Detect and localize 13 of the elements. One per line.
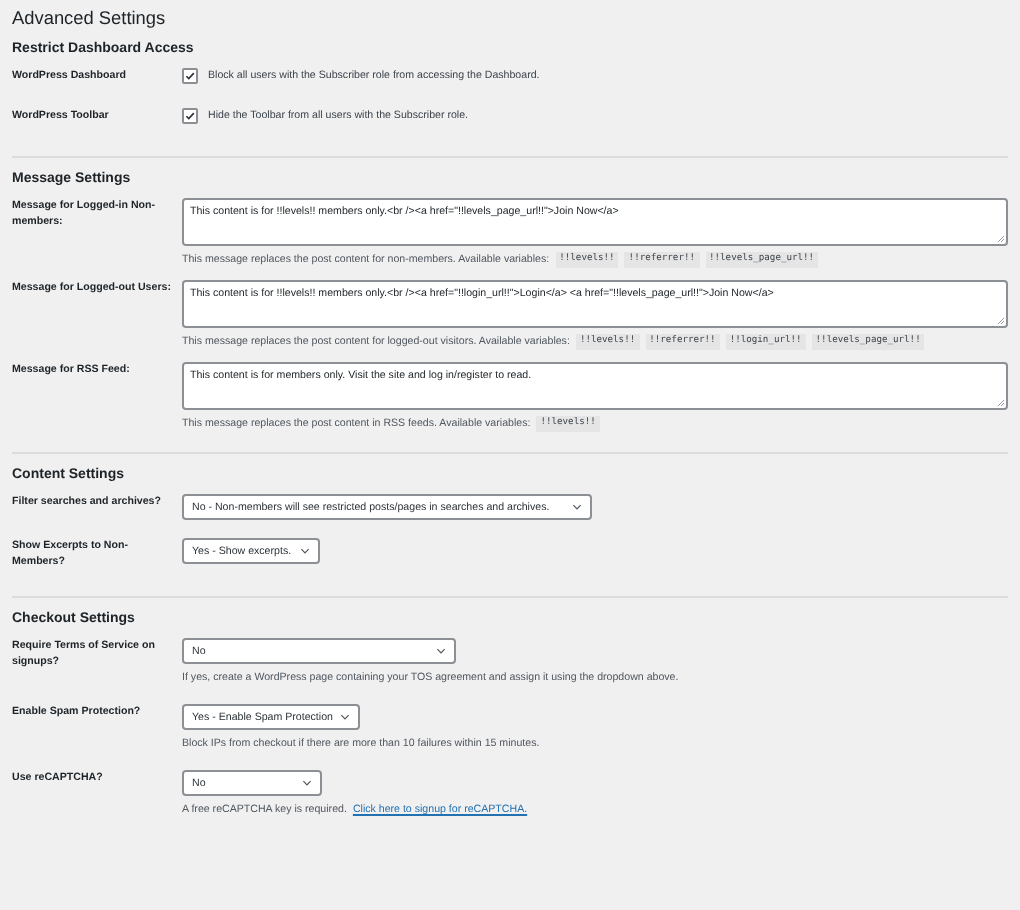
checkmark-icon [184,70,196,82]
resize-grip-icon [998,318,1004,324]
checkbox[interactable] [182,68,198,84]
checkmark-icon [184,110,196,122]
chevron-down-icon [340,714,351,720]
chevron-down-icon [436,648,446,654]
chevron-down-icon [572,504,582,510]
resize-grip-icon [998,236,1004,242]
page-title: Advanced Settings [12,8,168,28]
resize-grip-icon [998,400,1004,406]
chevron-down-icon [299,548,310,554]
chevron-down-icon [302,780,312,786]
checkbox[interactable] [182,108,198,124]
